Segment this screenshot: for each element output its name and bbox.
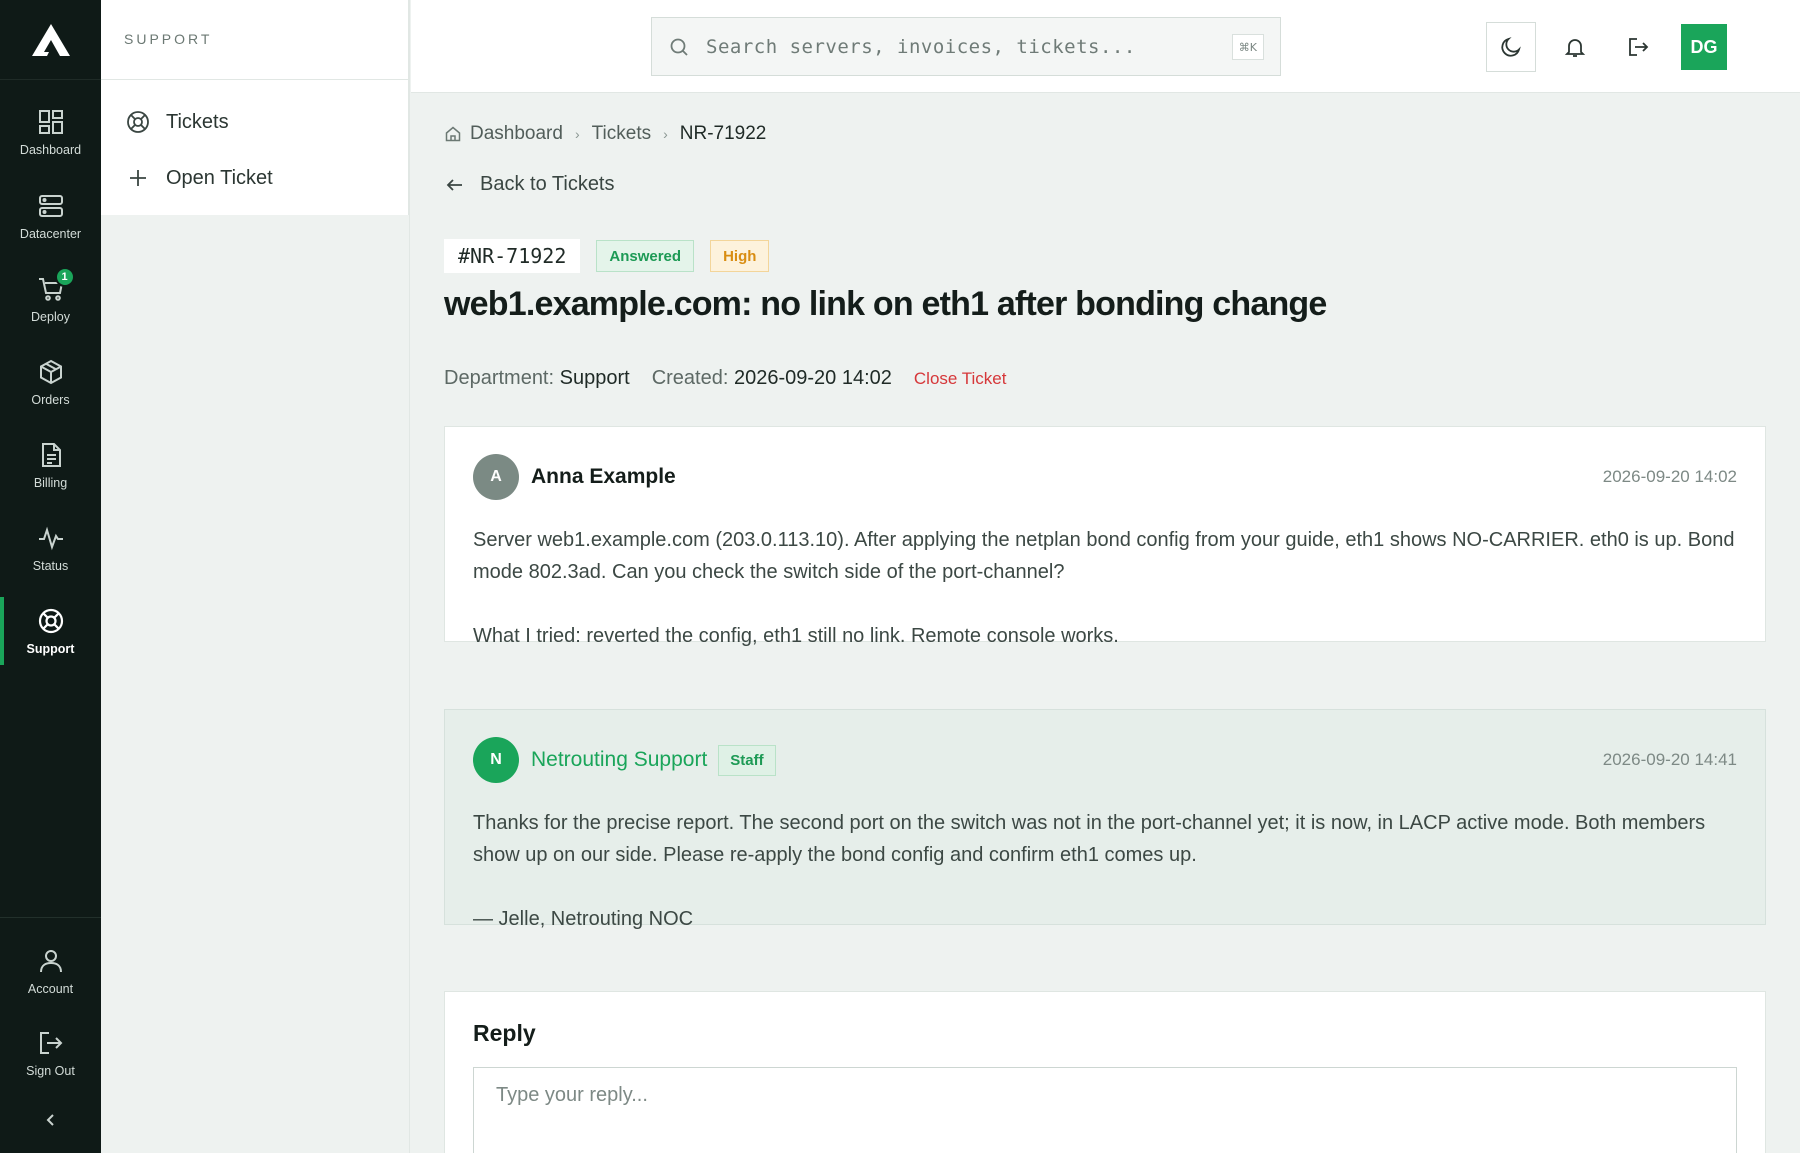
package-icon xyxy=(39,359,62,384)
rail-item-billing[interactable]: Billing xyxy=(0,427,101,503)
plus-icon xyxy=(130,170,146,186)
lifebuoy-icon xyxy=(38,608,63,633)
message-author: Netrouting Support xyxy=(531,748,708,771)
search-icon xyxy=(670,38,688,56)
ticket-detail: Dashboard › Tickets › NR-71922 Back to T… xyxy=(411,93,1800,1153)
breadcrumb-tickets[interactable]: Tickets xyxy=(592,123,651,145)
staff-badge: Staff xyxy=(718,744,776,776)
sign-out-icon xyxy=(39,1031,62,1054)
server-stack-icon xyxy=(38,194,63,217)
arrow-left-icon xyxy=(446,178,462,191)
icon-rail: Dashboard Datacenter 1 Deploy Orders Bil… xyxy=(0,0,101,1153)
avatar: A xyxy=(473,454,519,500)
created-value: 2026-09-20 14:02 xyxy=(733,367,892,389)
reply-panel: Reply xyxy=(444,991,1766,1153)
subnav-item-open-ticket[interactable]: Open Ticket xyxy=(101,150,408,206)
cart-icon: 1 xyxy=(37,266,75,303)
reply-heading: Reply xyxy=(473,1020,536,1046)
support-subnav: SUPPORT Tickets Open Ticket xyxy=(101,0,410,1153)
subnav-list: Tickets Open Ticket xyxy=(101,80,409,215)
home-icon xyxy=(445,126,461,142)
message-card: A Anna Example 2026-09-20 14:02 Server w… xyxy=(444,426,1766,647)
message-time: 2026-09-20 14:41 xyxy=(1602,750,1737,769)
message-paragraph: Server web1.example.com (203.0.113.10). … xyxy=(473,529,1735,583)
back-to-tickets-link[interactable]: Back to Tickets xyxy=(444,173,615,196)
document-icon xyxy=(41,442,61,467)
rail-item-account[interactable]: Account xyxy=(0,933,101,1009)
message-header: A Anna Example 2026-09-20 14:02 xyxy=(473,454,1737,500)
rail-item-dashboard[interactable]: Dashboard xyxy=(0,94,101,170)
rail-item-deploy[interactable]: 1 Deploy xyxy=(0,261,101,337)
sign-out-button[interactable] xyxy=(1613,22,1663,72)
breadcrumb: Dashboard › Tickets › NR-71922 xyxy=(444,123,766,145)
close-ticket-link[interactable]: Close Ticket xyxy=(914,369,1007,389)
sign-out-icon xyxy=(1629,38,1649,56)
bell-icon xyxy=(1564,39,1586,57)
rail-item-support[interactable]: Support xyxy=(0,593,101,669)
rail-item-label: Status xyxy=(32,558,69,573)
chevron-right-icon: › xyxy=(574,126,580,142)
message-header: N Netrouting Support Staff 2026-09-20 14… xyxy=(473,737,1737,783)
logo-mark-icon xyxy=(31,23,70,56)
subnav-item-tickets[interactable]: Tickets xyxy=(101,94,408,150)
created-label: Created: xyxy=(651,367,729,389)
activity-icon xyxy=(38,526,63,550)
ticket-meta: Department: Support Created: 2026-09-20 … xyxy=(444,367,1006,390)
reply-textarea[interactable] xyxy=(473,1067,1737,1153)
back-label: Back to Tickets xyxy=(480,173,615,195)
department-label: Department: xyxy=(444,367,555,389)
collapse-rail-button[interactable] xyxy=(0,1100,101,1140)
status-badge: Answered xyxy=(596,240,695,272)
staff-message-card: N Netrouting Support Staff 2026-09-20 14… xyxy=(444,709,1766,930)
search-shortcut-hint: ⌘K xyxy=(1231,34,1264,60)
notifications-button[interactable] xyxy=(1550,22,1600,72)
priority-badge: High xyxy=(710,240,770,272)
breadcrumb-current: NR-71922 xyxy=(679,123,767,144)
message-paragraph: — Jelle, Netrouting NOC xyxy=(473,908,694,930)
rail-item-sign-out[interactable]: Sign Out xyxy=(0,1015,101,1091)
rail-item-label: Account xyxy=(27,981,74,996)
rail-item-status[interactable]: Status xyxy=(0,510,101,586)
rail-item-label: Orders xyxy=(31,392,70,407)
subnav-heading: SUPPORT xyxy=(101,0,409,80)
cart-count-badge: 1 xyxy=(54,266,75,287)
rail-item-label: Sign Out xyxy=(26,1063,75,1078)
message-paragraph: Thanks for the precise report. The secon… xyxy=(473,812,1706,866)
search-input[interactable] xyxy=(706,35,1226,58)
rail-item-label: Deploy xyxy=(31,309,70,324)
department-value: Support xyxy=(559,367,630,389)
breadcrumb-dashboard[interactable]: Dashboard xyxy=(470,123,563,145)
ticket-id: #NR-71922 xyxy=(444,239,581,273)
dashboard-grid-icon xyxy=(38,109,63,134)
message-body: Thanks for the precise report. The secon… xyxy=(473,807,1737,935)
user-avatar[interactable]: DG xyxy=(1681,24,1727,70)
subnav-item-label: Open Ticket xyxy=(166,166,273,189)
message-paragraph: What I tried: reverted the config, eth1 … xyxy=(473,625,1119,647)
rail-item-datacenter[interactable]: Datacenter xyxy=(0,178,101,254)
theme-toggle-button[interactable] xyxy=(1486,22,1536,72)
rail-item-label: Datacenter xyxy=(19,226,82,241)
moon-icon xyxy=(1501,37,1521,57)
chevron-right-icon: › xyxy=(663,126,668,142)
ticket-tags: #NR-71922 Answered High xyxy=(444,239,785,273)
global-search[interactable]: ⌘K xyxy=(651,17,1281,76)
subnav-item-label: Tickets xyxy=(166,110,229,133)
message-time: 2026-09-20 14:02 xyxy=(1602,467,1737,486)
lifebuoy-icon xyxy=(127,111,149,133)
message-body: Server web1.example.com (203.0.113.10). … xyxy=(473,524,1737,652)
avatar: N xyxy=(473,737,519,783)
logo[interactable] xyxy=(0,0,101,80)
rail-item-orders[interactable]: Orders xyxy=(0,344,101,420)
topbar: ⌘K DG xyxy=(411,0,1800,93)
rail-divider xyxy=(0,917,101,918)
rail-item-label: Billing xyxy=(33,475,68,490)
user-icon xyxy=(39,949,62,972)
message-author: Anna Example xyxy=(531,465,676,488)
ticket-title: web1.example.com: no link on eth1 after … xyxy=(444,285,1327,323)
rail-item-label: Support xyxy=(26,641,75,656)
rail-item-label: Dashboard xyxy=(19,142,82,157)
chevron-left-icon xyxy=(46,1114,54,1126)
